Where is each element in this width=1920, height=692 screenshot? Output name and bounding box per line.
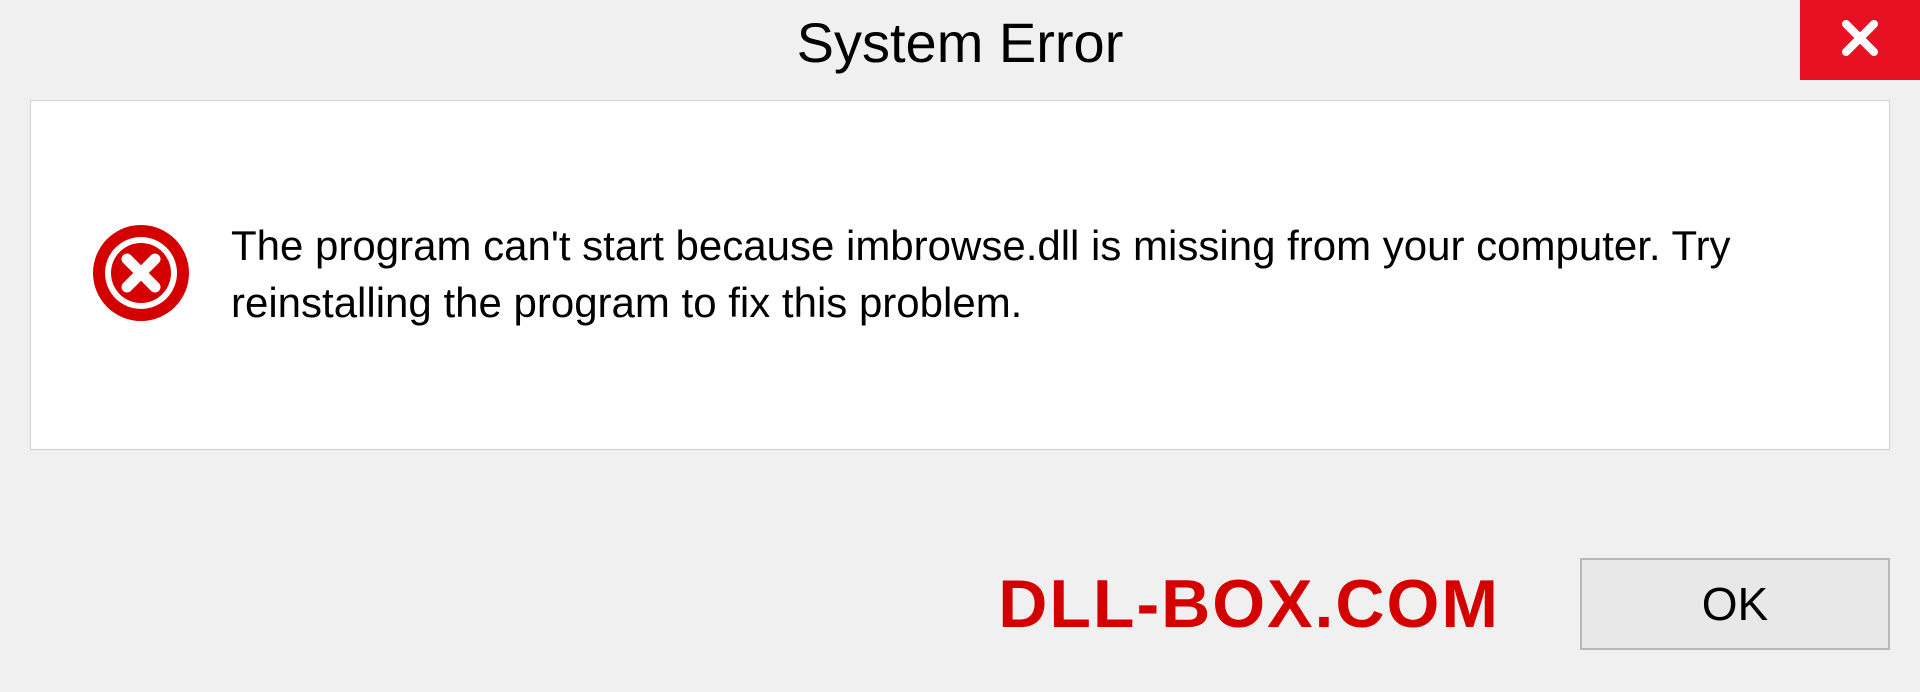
close-icon	[1836, 14, 1884, 67]
dialog-footer: DLL-BOX.COM OK	[998, 558, 1890, 650]
close-button[interactable]	[1800, 0, 1920, 80]
watermark-text: DLL-BOX.COM	[998, 565, 1500, 643]
ok-button[interactable]: OK	[1580, 558, 1890, 650]
error-icon	[91, 223, 191, 328]
titlebar: System Error	[0, 0, 1920, 100]
error-message: The program can't start because imbrowse…	[231, 218, 1829, 331]
ok-button-label: OK	[1702, 577, 1768, 631]
dialog-title: System Error	[797, 10, 1124, 75]
dialog-content: The program can't start because imbrowse…	[30, 100, 1890, 450]
